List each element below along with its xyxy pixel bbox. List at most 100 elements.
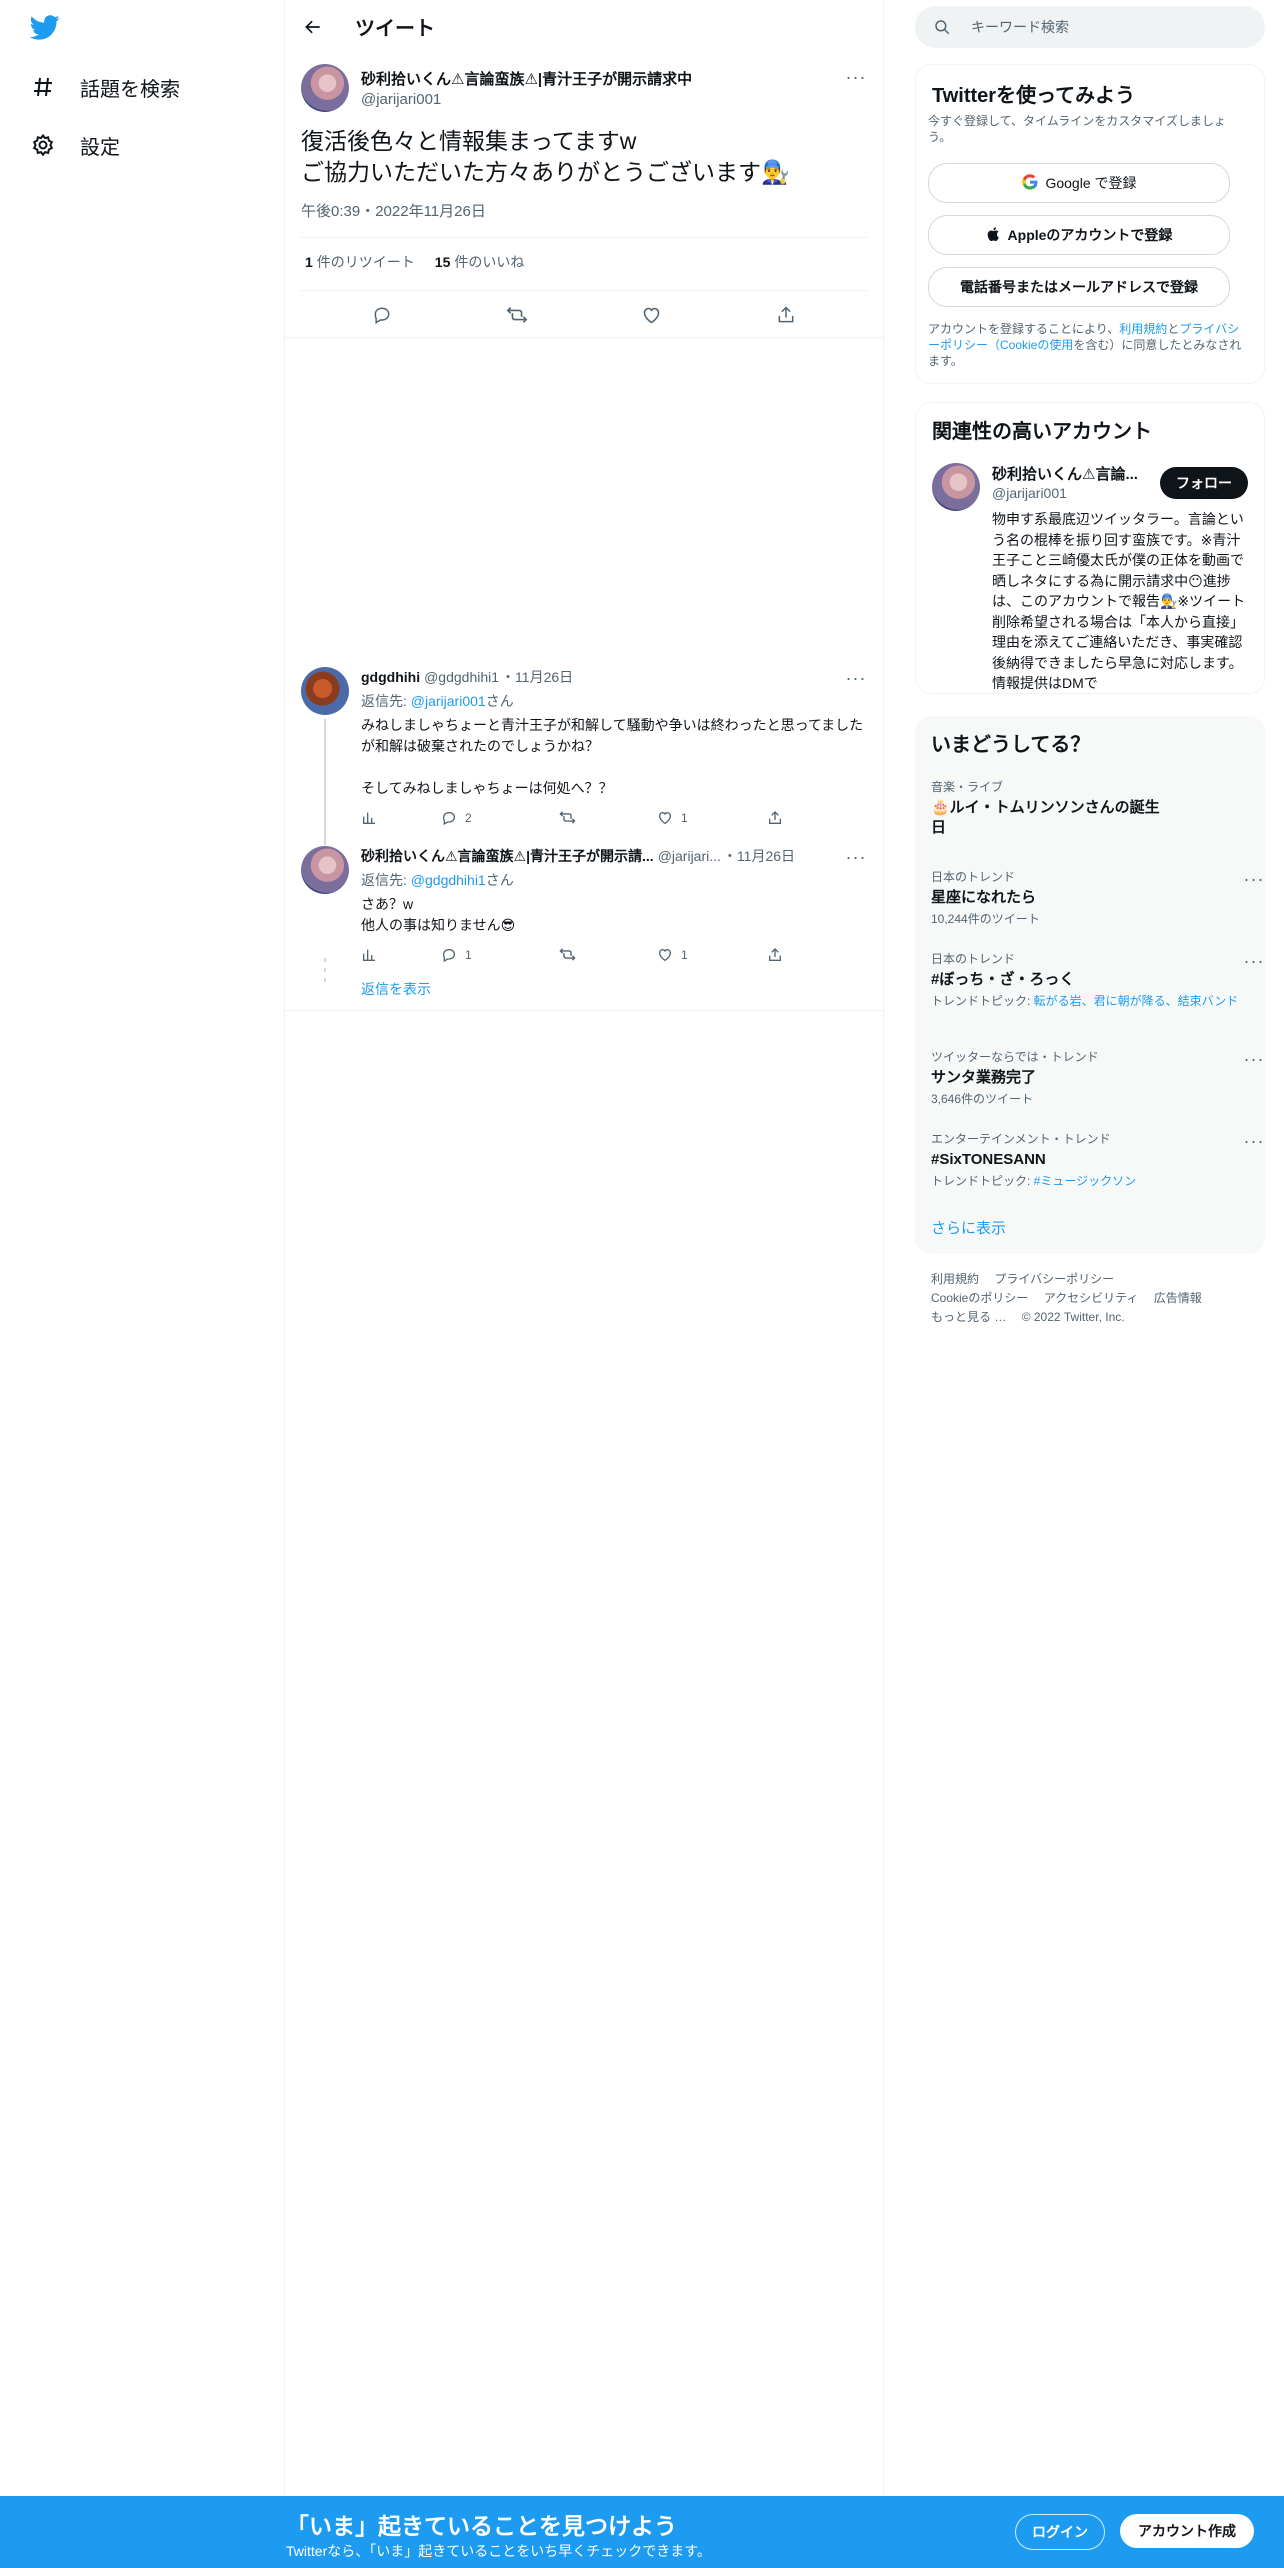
reply-actions: 1 1: [361, 946, 867, 963]
author-handle[interactable]: @jarijari001: [361, 91, 692, 108]
reply-text: みねしましゃちょーと青汁王子が和解して騒動や争いは終わったと思ってましたが和解は…: [361, 717, 864, 796]
login-button[interactable]: ログイン: [1015, 2514, 1105, 2550]
more-icon[interactable]: ···: [1243, 868, 1265, 890]
back-button[interactable]: [295, 9, 331, 45]
reply-author-name[interactable]: 砂利拾いくん⚠言論蛮族⚠|青汁王子が開示請...: [361, 846, 654, 866]
search-input[interactable]: [969, 18, 1233, 36]
search-icon: [935, 20, 950, 35]
avatar[interactable]: [301, 667, 349, 715]
reply-button[interactable]: [365, 298, 399, 332]
nav-settings[interactable]: 設定: [30, 125, 120, 165]
reply-button[interactable]: 1: [441, 947, 559, 963]
trend-topic-link[interactable]: #ミュージックソン: [1034, 1174, 1136, 1188]
show-replies-link[interactable]: 返信を表示: [361, 981, 431, 997]
reply-date[interactable]: ・11月26日: [723, 846, 795, 866]
share-button[interactable]: [767, 947, 783, 963]
more-icon[interactable]: ···: [1243, 1130, 1265, 1152]
like-stat[interactable]: 15 件のいいね: [435, 252, 525, 272]
reply-author-name[interactable]: gdgdhihi: [361, 669, 420, 685]
terms-text: アカウントを登録することにより、利用規約とプライバシーポリシー（Cookieの使…: [928, 322, 1242, 368]
author-name[interactable]: 砂利拾いくん⚠言論蛮族⚠|青汁王子が開示請求中: [361, 68, 692, 89]
analytics-button[interactable]: [361, 947, 441, 963]
mention-link[interactable]: @jarijari001: [411, 693, 486, 709]
share-button[interactable]: [767, 810, 783, 826]
like-button[interactable]: 1: [657, 810, 767, 826]
heart-icon: [643, 307, 660, 323]
avatar[interactable]: [932, 463, 980, 511]
share-icon: [769, 947, 781, 961]
footer-link[interactable]: アクセシビリティ: [1044, 1291, 1139, 1305]
apple-icon: [986, 226, 1002, 245]
reply-to: 返信先: @gdgdhihi1さん: [361, 872, 514, 888]
trend-item[interactable]: 日本のトレンド 星座になれたら 10,244件のツイート ···: [931, 868, 1263, 927]
tweet-actions: [285, 298, 883, 332]
card-title: Twitterを使ってみよう: [932, 85, 1136, 107]
trend-item[interactable]: 日本のトレンド #ぼっち・ざ・ろっく トレンドトピック: 転がる岩、君に朝が降る…: [931, 950, 1263, 1009]
footer-link[interactable]: もっと見る …: [931, 1310, 1006, 1324]
more-icon[interactable]: ···: [1243, 1048, 1265, 1070]
reply-button[interactable]: 2: [441, 810, 559, 826]
share-icon: [778, 306, 794, 323]
trend-name: #SixTONESANN: [931, 1151, 1046, 1168]
reply-author-handle[interactable]: @gdgdhihi1: [424, 669, 499, 685]
trend-topic-link[interactable]: 転がる岩、君に朝が降る、結束バンド: [1034, 994, 1239, 1008]
tweet-stats: 1 件のリツイート 15 件のいいね: [305, 252, 524, 272]
divider: [301, 237, 867, 238]
heart-icon: [658, 811, 672, 824]
nav-explore[interactable]: 話題を検索: [30, 67, 180, 107]
footer-link[interactable]: プライバシーポリシー: [994, 1272, 1114, 1286]
account-bio: 物申す系最底辺ツイッタラー。言論という名の棍棒を振り回す蛮族です。※青汁王子こと…: [992, 511, 1246, 691]
reply-icon: [374, 307, 390, 324]
analytics-button[interactable]: [361, 810, 441, 826]
hashtag-icon: [30, 74, 56, 100]
retweet-stat[interactable]: 1 件のリツイート: [305, 252, 415, 272]
avatar[interactable]: [301, 846, 349, 894]
more-icon[interactable]: ···: [1243, 950, 1265, 972]
trend-item[interactable]: ツイッターならでは・トレンド サンタ業務完了 3,646件のツイート ···: [931, 1048, 1263, 1107]
search-box[interactable]: [915, 6, 1265, 48]
trend-topics: トレンドトピック: #ミュージックソン: [931, 1174, 1137, 1188]
trend-topics: トレンドトピック: 転がる岩、君に朝が降る、結束バンド: [931, 994, 1239, 1008]
reply-icon: [442, 948, 456, 962]
signup-card: Twitterを使ってみよう 今すぐ登録して、タイムラインをカスタマイズしましょ…: [915, 64, 1265, 384]
share-icon: [769, 810, 781, 824]
tweet-text: 復活後色々と情報集まってますw ご協力いただいた方々ありがとうございます👨‍🔧: [301, 128, 790, 185]
button-label: 電話番号またはメールアドレスで登録: [960, 279, 1198, 295]
divider: [285, 1010, 883, 1011]
twitter-bird-icon[interactable]: [29, 12, 66, 48]
trend-category: エンターテインメント・トレンド: [931, 1132, 1111, 1146]
reply-actions: 2 1: [361, 809, 867, 826]
footer-link[interactable]: 広告情報: [1154, 1291, 1202, 1305]
account-handle[interactable]: @jarijari001: [992, 485, 1067, 501]
footer-link[interactable]: 利用規約: [931, 1272, 979, 1286]
google-signup-button[interactable]: Google で登録: [928, 163, 1230, 203]
mention-link[interactable]: @gdgdhihi1: [411, 872, 486, 888]
like-button[interactable]: 1: [657, 947, 767, 963]
retweet-button[interactable]: [559, 809, 657, 826]
like-button[interactable]: [634, 298, 668, 332]
show-more-link[interactable]: さらに表示: [931, 1217, 1006, 1238]
phone-email-signup-button[interactable]: 電話番号またはメールアドレスで登録: [928, 267, 1230, 307]
retweet-button[interactable]: [559, 946, 657, 963]
signup-button[interactable]: アカウント作成: [1120, 2514, 1254, 2548]
main-column: ツイート 砂利拾いくん⚠言論蛮族⚠|青汁王子が開示請求中 @jarijari00…: [285, 0, 884, 2568]
divider: [301, 290, 867, 291]
banner-subtitle: Twitterなら、「いま」起きていることをいち早くチェックできます。: [286, 2543, 711, 2559]
avatar[interactable]: [301, 64, 349, 112]
reply-author-handle[interactable]: @jarijari...: [658, 848, 721, 864]
trend-item[interactable]: エンターテインメント・トレンド #SixTONESANN トレンドトピック: #…: [931, 1130, 1263, 1189]
share-button[interactable]: [769, 298, 803, 332]
account-name[interactable]: 砂利拾いくん⚠言論...: [992, 463, 1138, 484]
reply-date[interactable]: ・11月26日: [501, 667, 573, 687]
apple-signup-button[interactable]: Appleのアカウントで登録: [928, 215, 1230, 255]
retweet-button[interactable]: [500, 298, 534, 332]
more-icon[interactable]: ···: [845, 66, 867, 88]
terms-link[interactable]: 利用規約: [1119, 322, 1167, 336]
footer-link[interactable]: Cookieのポリシー: [931, 1291, 1028, 1305]
trend-name: サンタ業務完了: [931, 1069, 1037, 1086]
trend-category: 音楽・ライブ: [931, 780, 1004, 794]
follow-button[interactable]: フォロー: [1160, 467, 1248, 499]
related-accounts-card: 関連性の高いアカウント 砂利拾いくん⚠言論... @jarijari001 フォ…: [915, 402, 1265, 694]
trend-item[interactable]: 音楽・ライブ 🎂ルイ・トムリンソンさんの誕生日: [931, 778, 1251, 838]
tweet-timestamp[interactable]: 午後0:39・2022年11月26日: [301, 200, 486, 221]
